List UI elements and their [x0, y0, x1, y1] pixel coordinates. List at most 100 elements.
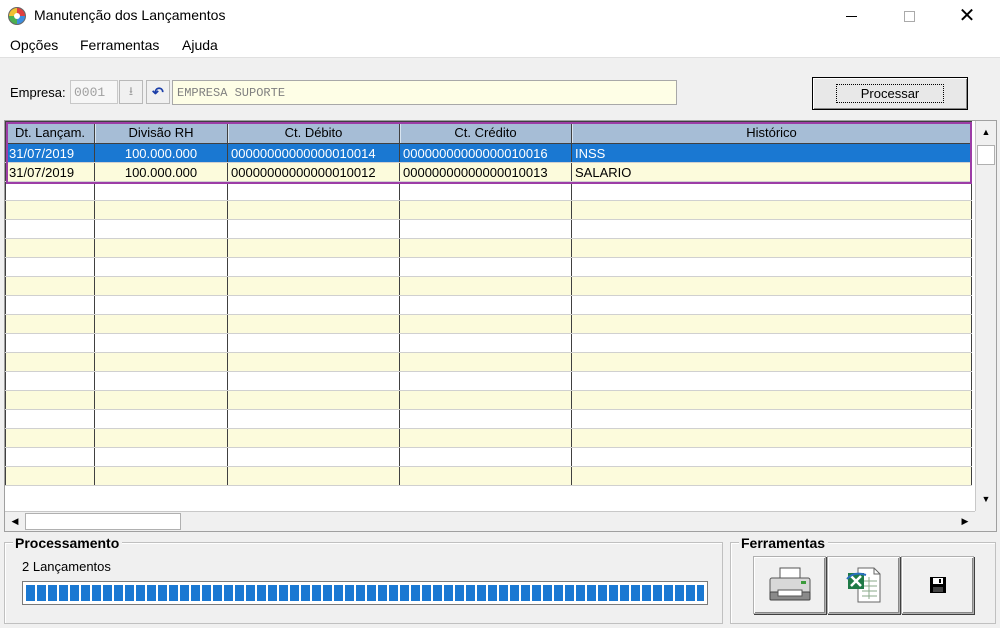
minimize-button[interactable]: [828, 0, 874, 32]
col-header-divisao[interactable]: Divisão RH: [94, 121, 228, 144]
save-icon: [929, 577, 946, 593]
col-header-debito[interactable]: Ct. Débito: [227, 121, 400, 144]
cell-date: 31/07/2019: [5, 143, 95, 163]
empty-row: [5, 314, 972, 334]
empty-row: [5, 257, 972, 277]
horizontal-scrollbar[interactable]: ◀ ▶: [5, 511, 975, 531]
empresa-undo-button[interactable]: ↶: [146, 80, 170, 104]
empty-cell: [399, 314, 572, 334]
empty-cell: [227, 447, 400, 467]
empty-cell: [571, 295, 972, 315]
menu-ajuda[interactable]: Ajuda: [182, 37, 218, 53]
empty-cell: [5, 219, 95, 239]
ferramentas-title: Ferramentas: [739, 535, 829, 551]
empty-cell: [5, 371, 95, 391]
scroll-down-icon[interactable]: ▼: [976, 489, 996, 509]
empty-cell: [399, 257, 572, 277]
menu-ferramentas[interactable]: Ferramentas: [80, 37, 159, 53]
empty-cell: [227, 295, 400, 315]
empty-cell: [571, 181, 972, 201]
col-header-data[interactable]: Dt. Lançam.: [5, 121, 95, 144]
empty-cell: [5, 466, 95, 486]
cell-divisao: 100.000.000: [94, 162, 228, 182]
excel-export-button[interactable]: [827, 556, 900, 614]
empresa-label: Empresa:: [10, 85, 66, 100]
empty-row: [5, 390, 972, 410]
vertical-scroll-thumb[interactable]: [977, 145, 995, 165]
empty-cell: [571, 371, 972, 391]
empty-row: [5, 371, 972, 391]
excel-export-icon: [845, 567, 880, 603]
empresa-lookup-button[interactable]: ⭳: [119, 80, 143, 104]
print-button[interactable]: [753, 556, 826, 614]
empty-cell: [571, 352, 972, 372]
cell-credito: 00000000000000010016: [399, 143, 572, 163]
empty-cell: [5, 200, 95, 220]
lancamentos-grid[interactable]: Dt. Lançam. Divisão RH Ct. Débito Ct. Cr…: [4, 120, 997, 532]
empty-cell: [399, 371, 572, 391]
empty-row: [5, 409, 972, 429]
cell-historico: SALARIO: [571, 162, 972, 182]
empty-cell: [227, 466, 400, 486]
empty-cell: [94, 276, 228, 296]
empty-cell: [94, 257, 228, 277]
empty-cell: [94, 295, 228, 315]
empty-cell: [227, 390, 400, 410]
empty-cell: [571, 257, 972, 277]
empty-cell: [227, 181, 400, 201]
processar-button[interactable]: Processar: [812, 77, 968, 110]
empty-cell: [571, 428, 972, 448]
printer-icon: [769, 567, 810, 601]
empty-cell: [399, 238, 572, 258]
empty-row: [5, 238, 972, 258]
table-row[interactable]: 31/07/2019 100.000.000 00000000000000010…: [5, 162, 972, 182]
empty-cell: [571, 219, 972, 239]
table-row[interactable]: 31/07/2019 100.000.000 00000000000000010…: [5, 143, 972, 163]
empty-cell: [227, 409, 400, 429]
maximize-button[interactable]: [886, 0, 932, 32]
processamento-title: Processamento: [13, 535, 123, 551]
empty-cell: [227, 257, 400, 277]
col-header-credito[interactable]: Ct. Crédito: [399, 121, 572, 144]
empty-cell: [5, 428, 95, 448]
empty-cell: [94, 200, 228, 220]
empty-cell: [5, 447, 95, 467]
scroll-left-icon[interactable]: ◀: [5, 512, 25, 531]
menu-bar: Opções Ferramentas Ajuda: [0, 32, 1000, 58]
scroll-right-icon[interactable]: ▶: [955, 512, 975, 531]
empty-cell: [5, 333, 95, 353]
empty-cell: [571, 200, 972, 220]
empty-cell: [399, 466, 572, 486]
app-logo-icon: [8, 7, 26, 25]
empty-cell: [5, 352, 95, 372]
empty-cell: [571, 447, 972, 467]
empresa-code-field[interactable]: 0001: [70, 80, 118, 104]
empty-cell: [227, 238, 400, 258]
empty-cell: [94, 181, 228, 201]
empty-cell: [5, 314, 95, 334]
empty-cell: [94, 371, 228, 391]
save-button[interactable]: [901, 556, 974, 614]
empty-row: [5, 295, 972, 315]
empty-row: [5, 333, 972, 353]
col-header-historico[interactable]: Histórico: [571, 121, 972, 144]
close-button[interactable]: ✕: [944, 0, 990, 32]
empty-cell: [399, 428, 572, 448]
scroll-corner: [975, 511, 996, 531]
empty-row: [5, 200, 972, 220]
empty-cell: [571, 276, 972, 296]
scroll-up-icon[interactable]: ▲: [976, 122, 996, 142]
empty-cell: [5, 409, 95, 429]
table-header-row: Dt. Lançam. Divisão RH Ct. Débito Ct. Cr…: [5, 121, 972, 144]
menu-opcoes[interactable]: Opções: [10, 37, 58, 53]
empty-cell: [227, 314, 400, 334]
title-bar: Manutenção dos Lançamentos ✕: [0, 0, 1000, 32]
close-icon: ✕: [958, 5, 976, 27]
empty-cell: [227, 333, 400, 353]
empty-cell: [94, 428, 228, 448]
undo-icon: ↶: [152, 83, 164, 100]
vertical-scrollbar[interactable]: ▲ ▼: [975, 121, 996, 511]
empty-cell: [5, 238, 95, 258]
horizontal-scroll-thumb[interactable]: [25, 513, 181, 530]
empty-cell: [94, 466, 228, 486]
